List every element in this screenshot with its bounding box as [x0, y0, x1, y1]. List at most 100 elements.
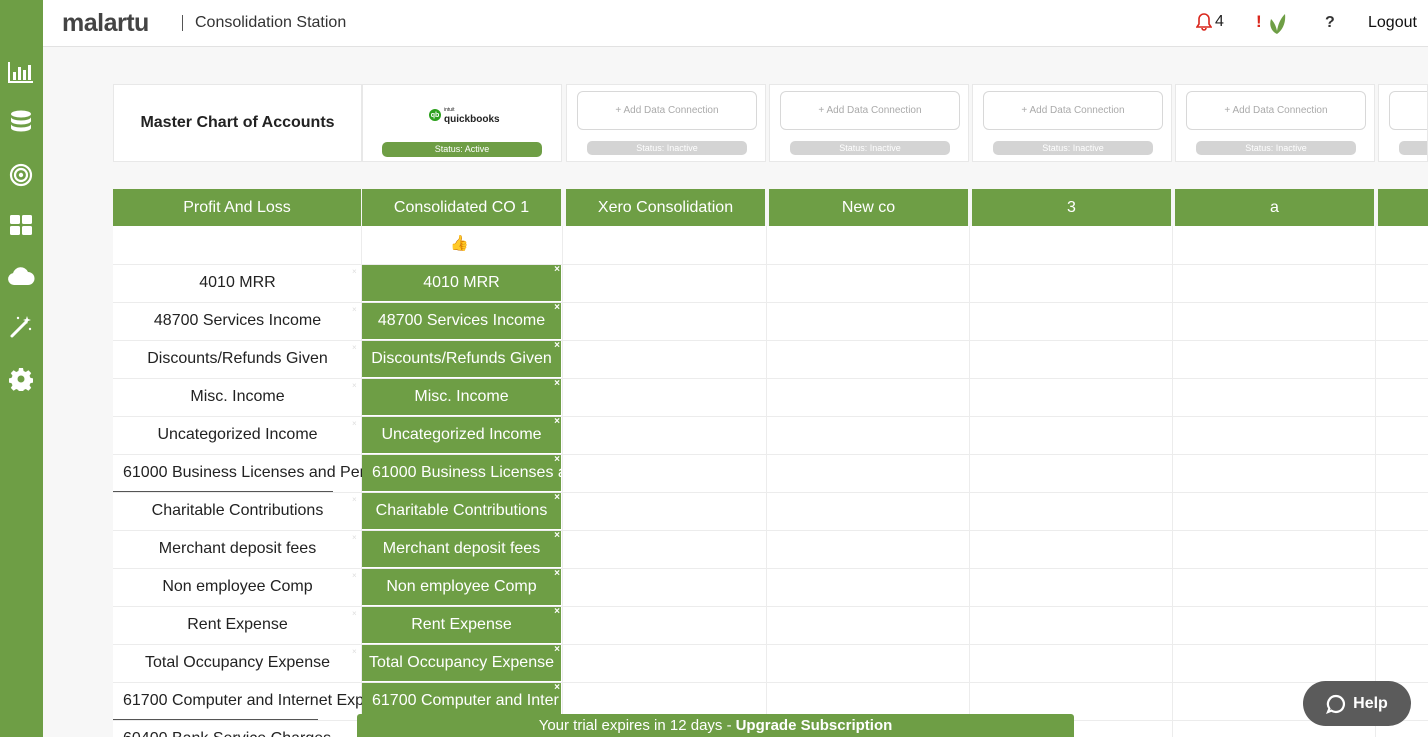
- master-account-row[interactable]: Discounts/Refunds Given: [113, 340, 362, 378]
- mapped-account-label: Rent Expense: [411, 616, 512, 633]
- mapped-account-chip[interactable]: 4010 MRR ×: [362, 265, 561, 301]
- remove-mapping-icon[interactable]: ×: [554, 455, 560, 465]
- mapped-account-chip[interactable]: Merchant deposit fees ×: [362, 531, 561, 567]
- mapped-account-chip[interactable]: Discounts/Refunds Given ×: [362, 341, 561, 377]
- status-badge-inactive: Status: Inactive: [587, 141, 747, 155]
- remove-mapping-icon[interactable]: ×: [554, 607, 560, 617]
- master-remove-icon[interactable]: ×: [352, 533, 357, 542]
- magic-wand-icon[interactable]: [7, 313, 35, 341]
- connection-slot: + Add Data Connection Status: Inactive: [1175, 84, 1375, 162]
- master-account-row[interactable]: 4010 MRR: [113, 264, 362, 302]
- master-account-row[interactable]: Rent Expense: [113, 606, 362, 644]
- mapped-account-label: Non employee Comp: [386, 578, 537, 595]
- add-data-connection-button[interactable]: + Add Data Connection: [577, 91, 757, 130]
- column-header-partial[interactable]: [1378, 189, 1428, 226]
- remove-mapping-icon[interactable]: ×: [554, 645, 560, 655]
- page-title: Consolidation Station: [195, 14, 347, 31]
- master-account-row[interactable]: 48700 Services Income: [113, 302, 362, 340]
- mapped-account-chip[interactable]: 48700 Services Income ×: [362, 303, 561, 339]
- master-account-row[interactable]: Non employee Comp: [113, 568, 362, 606]
- column-header-xero-consolidation[interactable]: Xero Consolidation: [566, 189, 765, 226]
- upgrade-subscription-link[interactable]: Upgrade Subscription: [736, 717, 893, 734]
- add-data-connection-button[interactable]: [1389, 91, 1427, 130]
- master-remove-icon[interactable]: ×: [352, 571, 357, 580]
- cloud-icon[interactable]: [7, 262, 35, 290]
- quickbooks-label: quickbooks: [444, 114, 500, 125]
- master-remove-icon[interactable]: ×: [352, 305, 357, 314]
- remove-mapping-icon[interactable]: ×: [554, 341, 560, 351]
- remove-mapping-icon[interactable]: ×: [554, 417, 560, 427]
- dashboard-grid-icon[interactable]: [7, 211, 35, 239]
- connection-slot: + Add Data Connection Status: Inactive: [972, 84, 1172, 162]
- master-remove-icon[interactable]: ×: [352, 381, 357, 390]
- alert-icon[interactable]: !: [1256, 12, 1262, 32]
- bell-icon: [1196, 13, 1212, 31]
- status-badge-inactive: [1399, 141, 1427, 155]
- master-account-row[interactable]: Uncategorized Income: [113, 416, 362, 454]
- quickbooks-connection-card[interactable]: qb intuit quickbooks Status: Active: [362, 84, 562, 162]
- remove-mapping-icon[interactable]: ×: [554, 379, 560, 389]
- connection-slot: + Add Data Connection Status: Inactive: [769, 84, 969, 162]
- master-remove-icon[interactable]: ×: [352, 647, 357, 656]
- mapped-account-label: Total Occupancy Expense: [369, 654, 554, 671]
- mapped-account-label: 4010 MRR: [423, 274, 500, 291]
- mapped-account-chip[interactable]: Non employee Comp ×: [362, 569, 561, 605]
- master-account-row[interactable]: Charitable Contributions: [113, 492, 362, 530]
- remove-mapping-icon[interactable]: ×: [554, 493, 560, 503]
- master-remove-icon[interactable]: ×: [352, 609, 357, 618]
- master-account-row[interactable]: 61000 Business Licenses and Perm: [113, 454, 362, 492]
- logout-link[interactable]: Logout: [1368, 14, 1417, 32]
- help-button[interactable]: Help: [1303, 681, 1411, 726]
- column-header-3[interactable]: 3: [972, 189, 1171, 226]
- mapped-account-label: 61700 Computer and Inter: [372, 692, 559, 709]
- column-header-new-co[interactable]: New co: [769, 189, 968, 226]
- remove-mapping-icon[interactable]: ×: [554, 683, 560, 693]
- add-data-connection-button[interactable]: + Add Data Connection: [1186, 91, 1366, 130]
- malartu-logo[interactable]: malartu: [62, 9, 149, 38]
- status-badge-inactive: Status: Inactive: [790, 141, 950, 155]
- mapped-account-chip[interactable]: 61000 Business Licenses ar ×: [362, 455, 561, 491]
- remove-mapping-icon[interactable]: ×: [554, 569, 560, 579]
- malartu-leaf-icon[interactable]: [1268, 11, 1286, 40]
- top-header: malartu Consolidation Station 4 ! ? Logo…: [43, 0, 1428, 47]
- master-remove-icon[interactable]: ×: [352, 267, 357, 276]
- master-remove-icon[interactable]: ×: [352, 343, 357, 352]
- status-badge-inactive: Status: Inactive: [1196, 141, 1356, 155]
- connection-slot: + Add Data Connection Status: Inactive: [566, 84, 766, 162]
- column-header-profit-and-loss: Profit And Loss: [113, 189, 361, 226]
- status-badge-inactive: Status: Inactive: [993, 141, 1153, 155]
- chat-bubble-icon: [1326, 694, 1346, 714]
- quickbooks-icon: qb: [429, 109, 441, 121]
- master-account-row[interactable]: Merchant deposit fees: [113, 530, 362, 568]
- remove-mapping-icon[interactable]: ×: [554, 531, 560, 541]
- mapped-account-chip[interactable]: Misc. Income ×: [362, 379, 561, 415]
- database-icon[interactable]: [7, 109, 35, 137]
- notifications-button[interactable]: 4: [1196, 13, 1224, 31]
- mapped-account-label: Merchant deposit fees: [382, 540, 541, 557]
- trial-banner: Your trial expires in 12 days - Upgrade …: [357, 714, 1074, 737]
- help-question-button[interactable]: ?: [1325, 14, 1335, 32]
- master-account-row[interactable]: 60400 Bank Service Charges: [113, 720, 362, 737]
- column-header-a[interactable]: a: [1175, 189, 1374, 226]
- remove-mapping-icon[interactable]: ×: [554, 265, 560, 275]
- mapped-account-chip[interactable]: Total Occupancy Expense ×: [362, 645, 561, 681]
- mapped-account-chip[interactable]: Uncategorized Income ×: [362, 417, 561, 453]
- bar-chart-icon[interactable]: [7, 58, 35, 86]
- gear-icon[interactable]: [7, 365, 35, 393]
- mapped-account-chip[interactable]: Charitable Contributions ×: [362, 493, 561, 529]
- master-account-row[interactable]: Total Occupancy Expense: [113, 644, 362, 682]
- remove-mapping-icon[interactable]: ×: [554, 303, 560, 313]
- master-remove-icon[interactable]: ×: [352, 495, 357, 504]
- logo-text: malartu: [62, 9, 149, 37]
- add-data-connection-button[interactable]: + Add Data Connection: [780, 91, 960, 130]
- target-icon[interactable]: [7, 161, 35, 189]
- add-data-connection-button[interactable]: + Add Data Connection: [983, 91, 1163, 130]
- master-account-row[interactable]: Misc. Income: [113, 378, 362, 416]
- mapped-account-label: Misc. Income: [414, 388, 509, 405]
- connection-slot-partial: [1378, 84, 1428, 162]
- mapped-account-chip[interactable]: Rent Expense ×: [362, 607, 561, 643]
- master-account-row[interactable]: 61700 Computer and Internet Exp: [113, 682, 362, 720]
- column-header-consolidated-co-1[interactable]: Consolidated CO 1: [362, 189, 561, 226]
- master-remove-icon[interactable]: ×: [352, 419, 357, 428]
- thumbs-up-icon: 👍: [450, 235, 469, 252]
